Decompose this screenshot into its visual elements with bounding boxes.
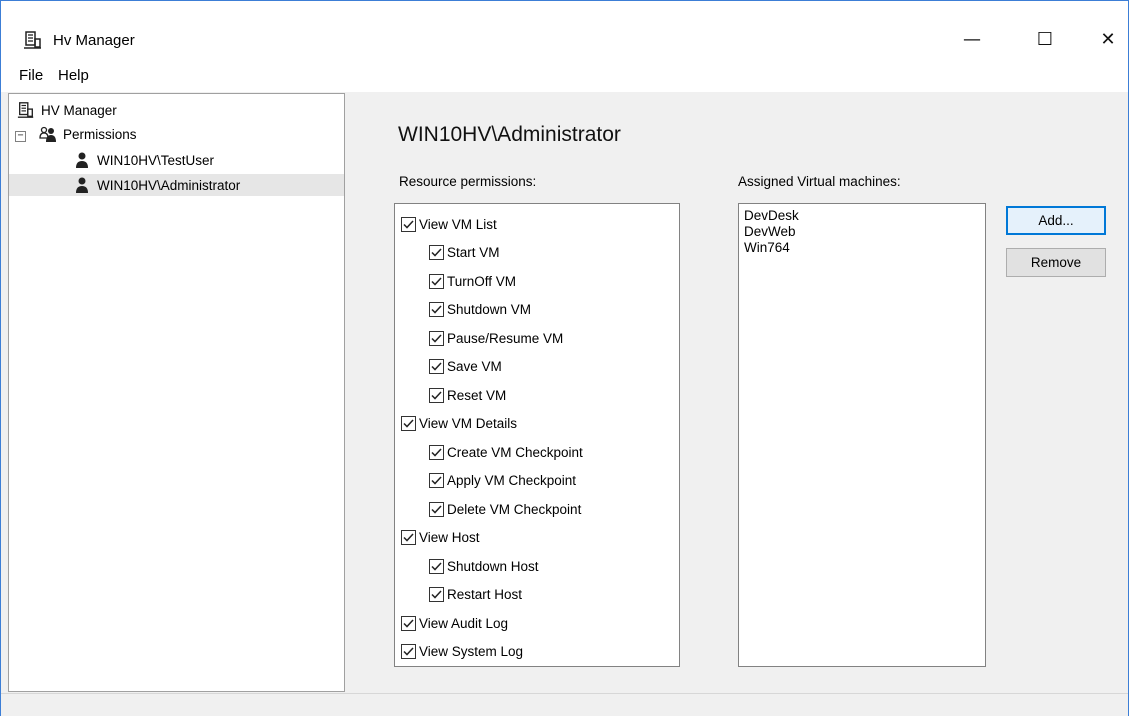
checkbox-checked-icon[interactable]: [429, 473, 444, 488]
permission-label: Shutdown VM: [447, 302, 532, 317]
checkbox-checked-icon[interactable]: [429, 501, 444, 517]
checkbox-checked-icon[interactable]: [401, 416, 416, 431]
vm-list-item[interactable]: DevDesk: [744, 208, 799, 224]
users-group-icon: [39, 125, 57, 143]
checkbox-checked-icon[interactable]: [429, 587, 444, 602]
tree-node-root[interactable]: HV Manager: [17, 99, 117, 121]
status-bar: [1, 693, 1128, 716]
maximize-icon: ☐: [1036, 28, 1054, 50]
window-title: Hv Manager: [53, 32, 135, 49]
checkbox-checked-icon[interactable]: [429, 245, 444, 260]
permission-label: TurnOff VM: [447, 273, 517, 289]
permission-checkbox-row[interactable]: View VM List: [401, 213, 497, 235]
permission-label: View VM Details: [419, 416, 518, 431]
checkbox-checked-icon[interactable]: [429, 387, 444, 403]
permission-label: Save VM: [447, 359, 502, 374]
tree-node-user-selected[interactable]: WIN10HV\Administrator: [9, 174, 344, 196]
permission-checkbox-row[interactable]: Shutdown VM: [429, 299, 531, 321]
permission-label: Start VM: [447, 245, 500, 260]
checkbox-checked-icon[interactable]: [401, 615, 416, 631]
permission-checkbox-row[interactable]: Save VM: [429, 356, 502, 378]
title-bar[interactable]: Hv Manager — ☐ ✕: [1, 1, 1128, 59]
menu-file[interactable]: File: [19, 67, 43, 84]
permission-label: Apply VM Checkpoint: [447, 473, 577, 488]
collapse-toggle[interactable]: −: [15, 131, 26, 142]
permission-checkbox-row[interactable]: View VM Details: [401, 413, 517, 435]
tree-node-label: Permissions: [63, 126, 137, 142]
permission-label: Create VM Checkpoint: [447, 444, 583, 460]
permission-checkbox-row[interactable]: TurnOff VM: [429, 270, 516, 292]
permission-checkbox-row[interactable]: View System Log: [401, 641, 523, 663]
tree-node-permissions[interactable]: Permissions: [39, 123, 137, 145]
checkbox-checked-icon[interactable]: [429, 359, 444, 374]
minimize-button[interactable]: —: [949, 19, 995, 59]
vm-list-item[interactable]: Win764: [744, 240, 790, 256]
permission-label: Reset VM: [447, 387, 507, 403]
tree-node-label: HV Manager: [41, 102, 117, 118]
remove-vm-button[interactable]: Remove: [1006, 248, 1106, 277]
permission-label: View Host: [419, 530, 480, 545]
permission-label: Delete VM Checkpoint: [447, 501, 582, 517]
menu-help[interactable]: Help: [58, 67, 89, 84]
permission-checkbox-row[interactable]: Apply VM Checkpoint: [429, 470, 576, 492]
checkbox-checked-icon[interactable]: [429, 444, 444, 460]
permission-label: Pause/Resume VM: [447, 330, 564, 346]
tree-node-label: WIN10HV\Administrator: [97, 177, 241, 193]
permission-label: View VM List: [419, 216, 497, 232]
permission-checkbox-row[interactable]: Create VM Checkpoint: [429, 441, 583, 463]
permission-checkbox-row[interactable]: Delete VM Checkpoint: [429, 498, 581, 520]
permission-checkbox-row[interactable]: View Host: [401, 527, 480, 549]
resource-permissions-list[interactable]: View VM List Start VM TurnOff VM Shutdown V…: [394, 203, 680, 667]
tree-node-user[interactable]: WIN10HV\TestUser: [73, 149, 214, 171]
server-icon: [17, 101, 35, 119]
permission-checkbox-row[interactable]: Restart Host: [429, 584, 522, 606]
close-icon: ✕: [1100, 28, 1116, 50]
minimize-icon: —: [963, 28, 981, 50]
permission-label: View Audit Log: [419, 615, 509, 631]
vm-list-item[interactable]: DevWeb: [744, 224, 796, 240]
tree-node-label: WIN10HV\TestUser: [97, 152, 215, 168]
checkbox-checked-icon[interactable]: [429, 330, 444, 346]
checkbox-checked-icon[interactable]: [429, 273, 444, 289]
permission-label: View System Log: [419, 644, 524, 659]
assigned-vms-list[interactable]: DevDesk DevWeb Win764: [738, 203, 986, 667]
permission-checkbox-row[interactable]: Shutdown Host: [429, 555, 539, 577]
checkbox-checked-icon[interactable]: [401, 530, 416, 545]
close-button[interactable]: ✕: [1085, 19, 1129, 59]
permission-checkbox-row[interactable]: Start VM: [429, 242, 500, 264]
permission-checkbox-row[interactable]: View Audit Log: [401, 612, 508, 634]
resource-permissions-label: Resource permissions:: [399, 174, 537, 189]
maximize-button[interactable]: ☐: [1022, 19, 1068, 59]
permissions-tree[interactable]: HV Manager − Permissions WIN10HV\TestUse…: [8, 93, 345, 692]
permission-checkbox-row[interactable]: Pause/Resume VM: [429, 327, 563, 349]
app-window: Hv Manager — ☐ ✕ File Help HV Manager − …: [0, 0, 1129, 716]
add-vm-button[interactable]: Add...: [1006, 206, 1106, 235]
checkbox-checked-icon[interactable]: [429, 302, 444, 317]
permission-label: Shutdown Host: [447, 558, 539, 574]
menu-bar: File Help: [1, 59, 1128, 92]
permission-checkbox-row[interactable]: Reset VM: [429, 384, 506, 406]
checkbox-checked-icon[interactable]: [429, 558, 444, 574]
permission-label: Restart Host: [447, 587, 523, 602]
checkbox-checked-icon[interactable]: [401, 216, 416, 232]
page-title: WIN10HV\Administrator: [398, 123, 621, 146]
user-icon: [73, 176, 91, 194]
server-icon: [23, 30, 43, 50]
assigned-vms-label: Assigned Virtual machines:: [738, 174, 901, 189]
checkbox-checked-icon[interactable]: [401, 644, 416, 659]
user-icon: [73, 151, 91, 169]
